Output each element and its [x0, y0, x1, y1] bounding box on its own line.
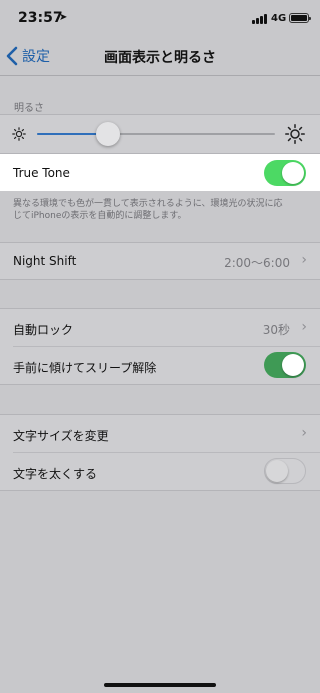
- raise-to-wake-toggle[interactable]: [264, 352, 306, 378]
- true-tone-row[interactable]: True Tone: [0, 154, 320, 191]
- bold-text-toggle[interactable]: [264, 458, 306, 484]
- true-tone-description-line2: じてiPhoneの表示を自動的に調整します。: [13, 211, 187, 221]
- night-shift-row[interactable]: Night Shift 2:00〜6:00 ›: [0, 242, 320, 279]
- raise-to-wake-label: 手前に傾けてスリープ解除: [13, 361, 157, 375]
- battery-icon: [289, 13, 311, 23]
- auto-lock-row[interactable]: 自動ロック 30秒 ›: [0, 309, 320, 346]
- chevron-right-icon: ›: [301, 425, 307, 441]
- sun-small-icon: [12, 127, 26, 141]
- sun-large-icon: [285, 124, 305, 144]
- chevron-right-icon: ›: [301, 319, 307, 335]
- status-bar: 23:57 ➤ 4G: [0, 0, 320, 40]
- night-shift-value: 2:00〜6:00: [224, 256, 290, 270]
- text-size-row[interactable]: 文字サイズを変更 ›: [0, 415, 320, 452]
- brightness-section-header: 明るさ: [14, 103, 44, 114]
- auto-lock-value: 30秒: [262, 323, 290, 337]
- true-tone-toggle[interactable]: [264, 160, 306, 186]
- night-shift-label: Night Shift: [13, 254, 77, 268]
- location-arrow-icon: ➤: [59, 12, 68, 23]
- home-indicator[interactable]: [104, 683, 216, 687]
- status-time: 23:57: [18, 10, 63, 26]
- true-tone-description: 異なる環境でも色が一貫して表示されるように、環境光の状況に応 じてiPhoneの…: [13, 198, 309, 222]
- auto-lock-label: 自動ロック: [13, 323, 74, 337]
- true-tone-label: True Tone: [13, 166, 70, 180]
- true-tone-description-line1: 異なる環境でも色が一貫して表示されるように、環境光の状況に応: [13, 199, 283, 209]
- raise-to-wake-row: 手前に傾けてスリープ解除: [0, 347, 320, 384]
- page-title: 画面表示と明るさ: [104, 50, 216, 66]
- network-type: 4G: [271, 13, 287, 24]
- chevron-right-icon: ›: [301, 252, 307, 268]
- bold-text-row: 文字を太くする: [0, 453, 320, 490]
- text-size-label: 文字サイズを変更: [13, 429, 109, 443]
- bold-text-label: 文字を太くする: [13, 467, 98, 481]
- signal-bars-icon: [252, 14, 268, 24]
